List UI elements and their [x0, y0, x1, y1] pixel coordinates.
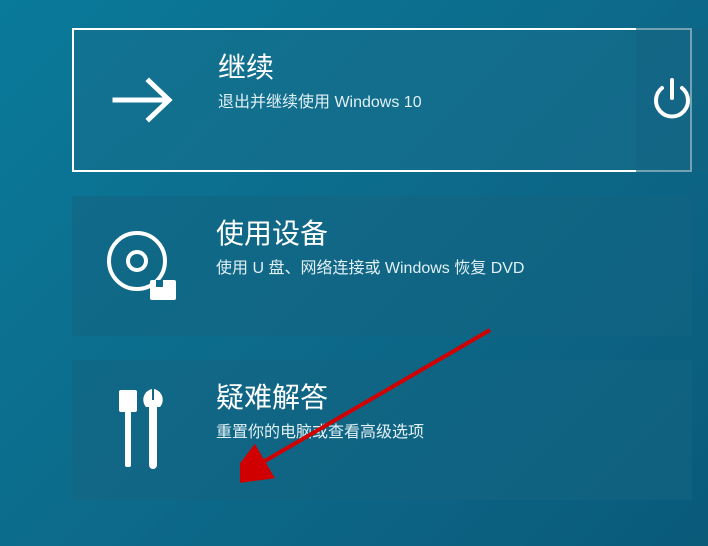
continue-tile[interactable]: 继续 退出并继续使用 Windows 10	[72, 28, 692, 172]
use-device-desc: 使用 U 盘、网络连接或 Windows 恢复 DVD	[216, 258, 672, 280]
continue-text: 继续 退出并继续使用 Windows 10	[214, 30, 690, 130]
continue-desc: 退出并继续使用 Windows 10	[218, 92, 670, 114]
power-icon	[648, 76, 696, 124]
power-tile[interactable]	[636, 28, 708, 172]
disc-icon	[72, 196, 212, 336]
tools-icon	[72, 360, 212, 500]
arrow-right-icon	[74, 30, 214, 170]
continue-title: 继续	[218, 46, 670, 86]
troubleshoot-tile[interactable]: 疑难解答 重置你的电脑或查看高级选项	[72, 360, 692, 500]
use-device-text: 使用设备 使用 U 盘、网络连接或 Windows 恢复 DVD	[212, 196, 692, 296]
use-device-title: 使用设备	[216, 212, 672, 252]
troubleshoot-title: 疑难解答	[216, 376, 672, 416]
troubleshoot-text: 疑难解答 重置你的电脑或查看高级选项	[212, 360, 692, 460]
troubleshoot-desc: 重置你的电脑或查看高级选项	[216, 422, 672, 444]
use-device-tile[interactable]: 使用设备 使用 U 盘、网络连接或 Windows 恢复 DVD	[72, 196, 692, 336]
